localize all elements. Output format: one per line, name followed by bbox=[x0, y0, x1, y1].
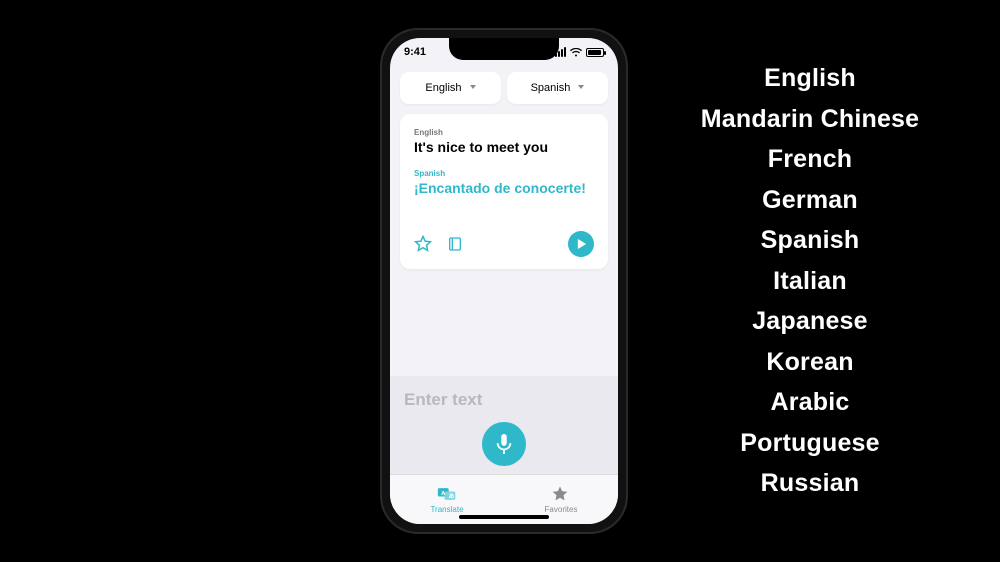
play-button[interactable] bbox=[568, 231, 594, 257]
list-item: French bbox=[670, 139, 950, 180]
play-icon bbox=[577, 239, 587, 249]
list-item: Japanese bbox=[670, 301, 950, 342]
card-actions bbox=[414, 231, 594, 257]
target-text: ¡Encantado de conocerte! bbox=[414, 180, 594, 198]
text-input[interactable]: Enter text bbox=[404, 390, 604, 410]
source-language-label: English bbox=[425, 82, 461, 94]
star-icon bbox=[414, 235, 432, 253]
tab-favorites[interactable]: Favorites bbox=[504, 485, 618, 514]
target-language-button[interactable]: Spanish bbox=[507, 72, 608, 104]
favorite-button[interactable] bbox=[414, 235, 432, 253]
wifi-icon bbox=[570, 48, 582, 57]
list-item: Arabic bbox=[670, 382, 950, 423]
supported-languages-list: English Mandarin Chinese French German S… bbox=[670, 58, 950, 504]
favorites-tab-icon bbox=[551, 485, 571, 503]
home-indicator[interactable] bbox=[459, 515, 549, 519]
source-language-caption: English bbox=[414, 128, 594, 137]
language-selector: English Spanish bbox=[390, 66, 618, 114]
status-indicators bbox=[555, 47, 604, 57]
input-area: Enter text bbox=[390, 376, 618, 474]
source-language-button[interactable]: English bbox=[400, 72, 501, 104]
book-icon bbox=[447, 235, 463, 253]
phone-frame: 9:41 English Spanish English It's nice t… bbox=[380, 28, 628, 534]
svg-text:あ: あ bbox=[449, 492, 455, 500]
tab-favorites-label: Favorites bbox=[545, 505, 578, 514]
list-item: Spanish bbox=[670, 220, 950, 261]
tab-translate[interactable]: Aあ Translate bbox=[390, 485, 504, 514]
microphone-button[interactable] bbox=[482, 422, 526, 466]
notch bbox=[449, 38, 559, 60]
phone-screen: 9:41 English Spanish English It's nice t… bbox=[390, 38, 618, 524]
list-item: Italian bbox=[670, 261, 950, 302]
list-item: German bbox=[670, 180, 950, 221]
list-item: Mandarin Chinese bbox=[670, 99, 950, 140]
translate-icon: Aあ bbox=[437, 485, 457, 503]
translation-card: English It's nice to meet you Spanish ¡E… bbox=[400, 114, 608, 269]
target-language-caption: Spanish bbox=[414, 169, 594, 178]
dictionary-button[interactable] bbox=[446, 235, 464, 253]
list-item: Russian bbox=[670, 463, 950, 504]
tab-translate-label: Translate bbox=[430, 505, 463, 514]
list-item: Korean bbox=[670, 342, 950, 383]
list-item: Portuguese bbox=[670, 423, 950, 464]
source-text: It's nice to meet you bbox=[414, 139, 594, 157]
status-time: 9:41 bbox=[404, 46, 426, 58]
battery-icon bbox=[586, 48, 604, 57]
list-item: English bbox=[670, 58, 950, 99]
target-language-label: Spanish bbox=[531, 82, 571, 94]
microphone-icon bbox=[496, 434, 512, 454]
